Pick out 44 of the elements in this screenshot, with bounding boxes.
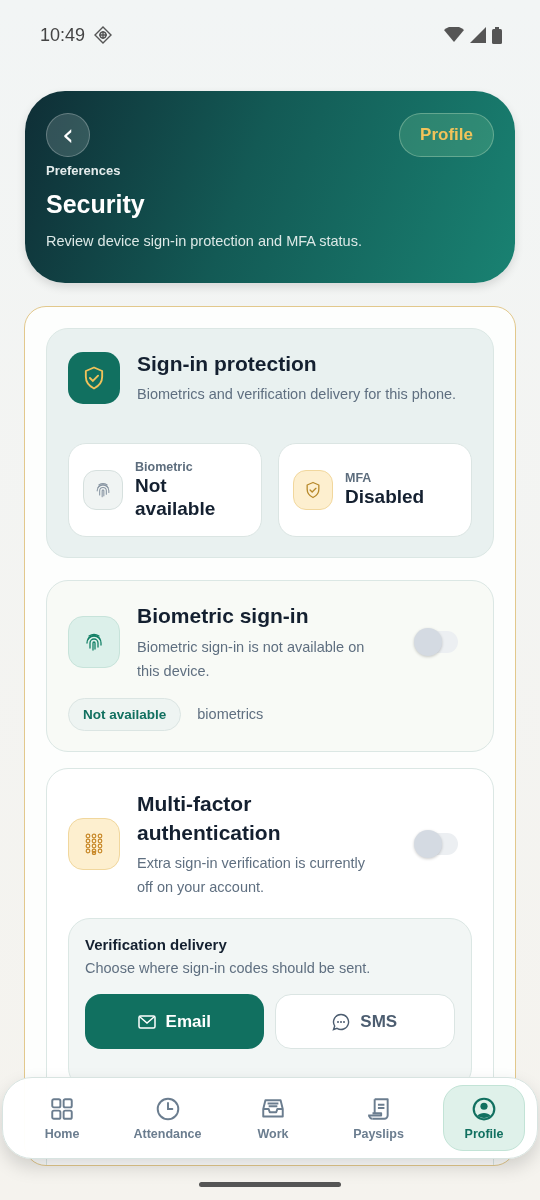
- section-title: Multi-factor authentication: [137, 790, 282, 846]
- nav-tab[interactable]: Home: [21, 1085, 103, 1151]
- header-subtitle: Review device sign-in protection and MFA status.: [46, 233, 363, 249]
- header-eyebrow: Preferences: [46, 163, 122, 178]
- delivery-option[interactable]: SMS: [274, 994, 455, 1050]
- wifi-icon: [444, 27, 464, 43]
- delivery-subtitle: Choose where sign-in codes should be sent.: [85, 960, 372, 977]
- status-value: Disabled: [345, 485, 425, 510]
- toggle-switch[interactable]: [416, 833, 458, 856]
- section-subtitle: Extra sign-in verification is currently off on your account.: [137, 854, 367, 898]
- nav-tab[interactable]: Payslips: [337, 1085, 420, 1151]
- back-button[interactable]: ‹: [46, 113, 90, 157]
- mail-icon: [137, 1014, 156, 1029]
- notification-icon: [93, 25, 114, 45]
- section-title: Sign-in protection: [137, 351, 318, 377]
- profile-icon: [471, 1095, 497, 1122]
- receipt-icon: [365, 1095, 392, 1122]
- delivery-option[interactable]: Email: [85, 994, 264, 1050]
- battery-icon: [492, 26, 502, 44]
- fingerprint-icon: [68, 616, 120, 669]
- fingerprint-icon: [83, 470, 123, 511]
- method-note: biometrics: [197, 706, 264, 723]
- status-label: Biometric: [135, 459, 194, 474]
- status-chip: Not available: [68, 697, 182, 731]
- grid-icon: [49, 1095, 75, 1122]
- keypad-icon: [68, 818, 120, 871]
- status-time: 10:49: [40, 24, 86, 46]
- profile-button[interactable]: Profile: [399, 113, 494, 157]
- signal-icon: [470, 27, 486, 43]
- section-subtitle: Biometric sign-in is not available on this device.: [137, 637, 366, 681]
- nav-tab[interactable]: Profile: [443, 1085, 525, 1151]
- chat-icon: [332, 1012, 351, 1031]
- section-title: Biometric sign-in: [137, 603, 310, 630]
- clock-icon: [154, 1095, 181, 1122]
- section-subtitle: Biometrics and verification delivery for this phone.: [137, 385, 458, 405]
- status-label: MFA: [345, 471, 373, 486]
- page-title: Security: [46, 190, 146, 219]
- status-value: Not available: [135, 473, 217, 522]
- delivery-title: Verification delivery: [85, 936, 228, 954]
- shield-icon: [68, 352, 120, 405]
- toggle-switch[interactable]: [416, 631, 458, 654]
- nav-tab[interactable]: Attendance: [126, 1085, 209, 1151]
- shield-icon: [293, 470, 333, 511]
- nav-tab[interactable]: Work: [232, 1085, 314, 1151]
